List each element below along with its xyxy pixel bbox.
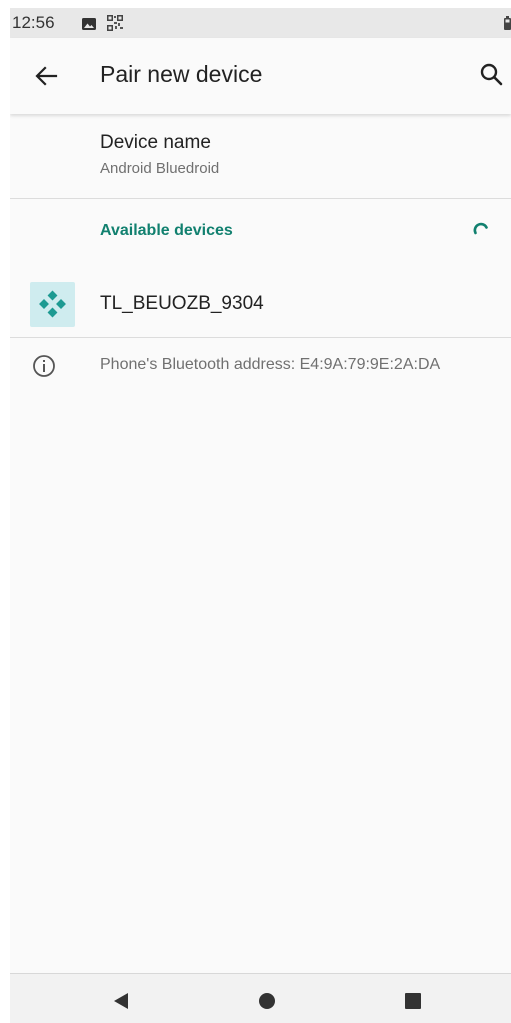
device-name-row[interactable]: Device name Android Bluedroid (10, 126, 511, 198)
image-icon (82, 17, 96, 35)
device-name-title: Device name (100, 132, 211, 153)
page-title: Pair new device (100, 61, 263, 87)
status-bar: 12:56 (10, 8, 511, 38)
battery-icon (504, 16, 511, 35)
status-time: 12:56 (12, 13, 55, 32)
gamepad-icon (30, 282, 75, 327)
system-nav-bar (10, 973, 511, 1023)
device-name: TL_BEUOZB_9304 (100, 293, 264, 314)
divider (10, 337, 511, 338)
search-icon (480, 63, 503, 86)
nav-recents-button[interactable] (398, 986, 428, 1016)
progress-spinner-icon (472, 221, 490, 244)
app-bar: Pair new device (10, 38, 511, 114)
device-name-value: Android Bluedroid (100, 160, 220, 177)
recents-square-icon (405, 993, 421, 1009)
nav-home-button[interactable] (252, 986, 282, 1016)
back-button[interactable] (30, 60, 62, 92)
arrow-left-icon (35, 66, 58, 86)
divider (10, 198, 511, 199)
search-button[interactable] (477, 60, 507, 90)
available-devices-header: Available devices (100, 222, 233, 239)
back-triangle-icon (114, 993, 128, 1009)
home-circle-icon (259, 993, 275, 1009)
bluetooth-address-text: Phone's Bluetooth address: E4:9A:79:9E:2… (100, 356, 441, 373)
bluetooth-address-info: Phone's Bluetooth address: E4:9A:79:9E:2… (10, 348, 511, 392)
info-icon (32, 354, 56, 383)
phone-screen: 12:56 Pair new device Device name Androi… (10, 8, 511, 1023)
qr-code-icon (107, 15, 123, 36)
device-list-item[interactable]: TL_BEUOZB_9304 (10, 271, 511, 337)
nav-back-button[interactable] (106, 986, 136, 1016)
